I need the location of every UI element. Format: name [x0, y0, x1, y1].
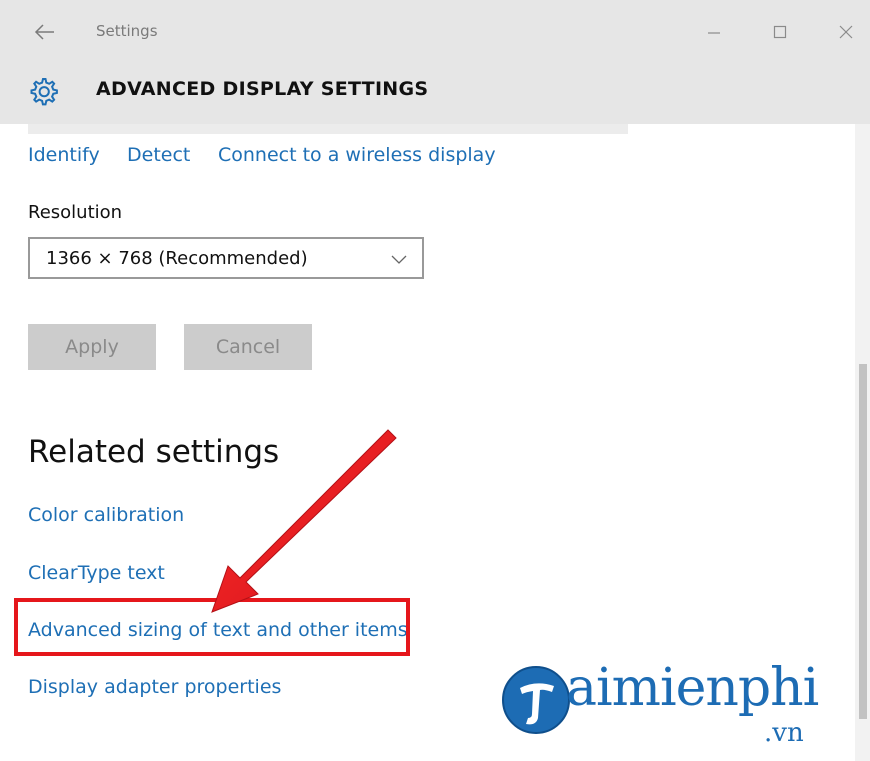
watermark-suffix: .vn: [764, 718, 804, 748]
settings-window: Settings ADVANCED DISPLAY SETTINGS Ident…: [0, 0, 870, 761]
scrollbar-thumb[interactable]: [859, 364, 867, 719]
taimienphi-watermark: aimienphi .vn: [496, 652, 856, 752]
watermark-brand: aimienphi: [566, 658, 819, 718]
annotation-arrow-icon: [211, 429, 397, 613]
